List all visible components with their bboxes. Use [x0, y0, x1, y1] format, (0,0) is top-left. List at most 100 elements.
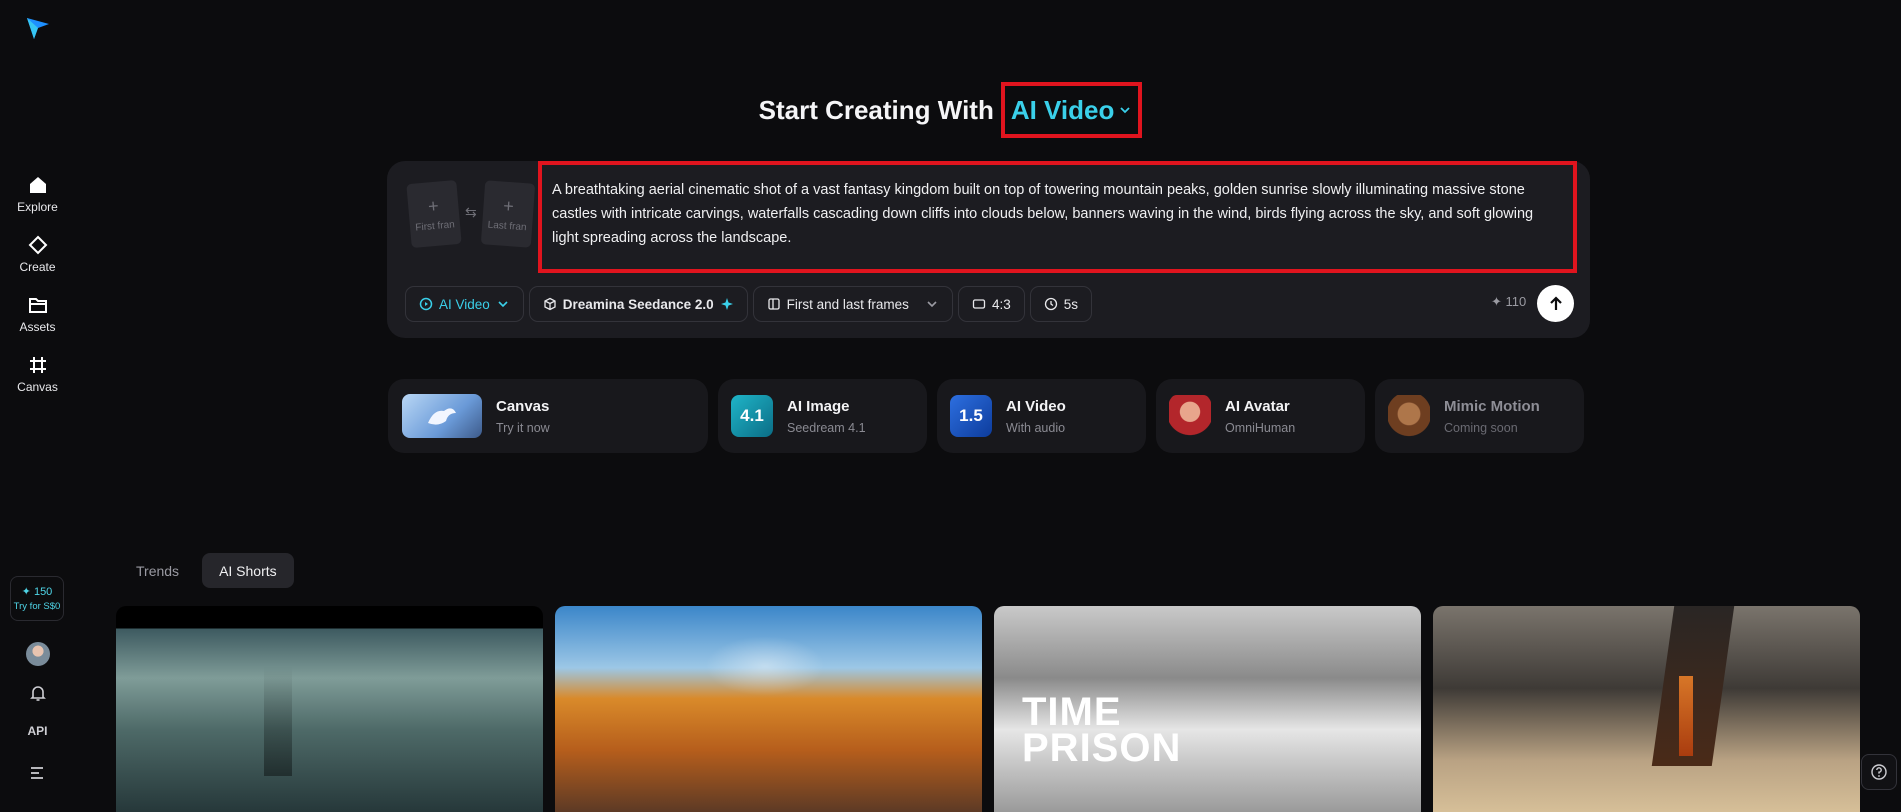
sidebar-item-explore[interactable]: Explore: [0, 164, 75, 224]
creation-mode-dropdown[interactable]: AI Video: [1000, 82, 1143, 138]
aspect-ratio-label: 4:3: [991, 296, 1011, 312]
feature-card-text: Canvas Try it now: [496, 398, 550, 435]
feature-card-text: AI Video With audio: [1006, 398, 1066, 435]
feature-card-ai-video[interactable]: 1.5 AI Video With audio: [937, 379, 1146, 453]
ai-image-badge-icon: 4.1: [731, 395, 773, 437]
home-icon: [29, 177, 46, 193]
aspect-ratio-select[interactable]: 4:3: [957, 286, 1025, 322]
chevron-down-icon: [1120, 107, 1131, 114]
gallery-title-line: PRISON: [1022, 726, 1182, 770]
diamond-icon: [28, 235, 47, 255]
first-frame-upload[interactable]: + First fran: [406, 179, 462, 249]
feature-name: Mimic Motion: [1444, 397, 1540, 415]
tab-ai-shorts[interactable]: AI Shorts: [202, 553, 294, 588]
feature-card-text: AI Avatar OmniHuman: [1225, 398, 1295, 435]
swap-icon[interactable]: ⇆: [465, 204, 477, 221]
sidebar-item-canvas[interactable]: Canvas: [0, 344, 75, 404]
api-link[interactable]: API: [0, 724, 75, 738]
fire-figure: [1679, 676, 1693, 756]
avatar-thumbnail: [1169, 395, 1211, 437]
canvas-icon: [29, 357, 46, 373]
credits-promo[interactable]: ✦ 150 Try for S$0: [10, 576, 64, 621]
tab-trends[interactable]: Trends: [119, 553, 196, 588]
sidebar-item-label: Explore: [17, 200, 58, 214]
feature-sub: Try it now: [496, 420, 550, 435]
pegasus-icon: [428, 408, 456, 425]
first-frame-label: First fran: [414, 218, 456, 234]
sidebar-item-label: Create: [19, 260, 56, 274]
page-title: Start Creating With: [758, 94, 994, 125]
credits-amount: ✦ 150: [21, 586, 53, 598]
feature-cards: Canvas Try it now 4.1 AI Image Seedream …: [388, 379, 1584, 453]
feature-card-ai-image[interactable]: 4.1 AI Image Seedream 4.1: [718, 379, 927, 453]
frames-select[interactable]: First and last frames: [752, 286, 953, 322]
feature-card-text: AI Image Seedream 4.1: [787, 398, 866, 435]
feature-card-text: Mimic Motion Coming soon: [1444, 398, 1540, 435]
duration-label: 5s: [1063, 296, 1078, 312]
generate-button[interactable]: [1537, 285, 1574, 322]
feature-sub: Seedream 4.1: [787, 420, 866, 435]
aspect-ratio-icon: [972, 299, 986, 309]
hourglass-figure: [264, 666, 292, 776]
frame-icon: [767, 298, 780, 310]
generation-toolbar: AI Video Dreamina Seedance 2.0 First and…: [405, 286, 1092, 322]
feature-sub: With audio: [1006, 420, 1066, 435]
cube-icon: [544, 297, 556, 311]
feature-name: AI Video: [1006, 397, 1066, 415]
feature-name: AI Image: [787, 397, 850, 415]
gallery-card[interactable]: [116, 606, 543, 812]
creation-mode-label: AI Video: [1010, 94, 1115, 125]
feature-name: Canvas: [496, 397, 550, 415]
gallery-tabs: Trends AI Shorts: [119, 553, 294, 588]
model-select-label: Dreamina Seedance 2.0: [562, 296, 714, 312]
bell-icon[interactable]: [28, 683, 48, 703]
arrow-up-icon: [1549, 295, 1562, 310]
last-frame-upload[interactable]: + Last fran: [480, 180, 536, 248]
sidebar-item-label: Assets: [19, 320, 56, 334]
gallery-card[interactable]: [555, 606, 982, 812]
tower-figure: [1651, 606, 1735, 766]
mimic-motion-thumbnail: [1388, 395, 1430, 437]
page-title-row: Start Creating With AI Video: [0, 82, 1901, 138]
sidebar-item-label: Canvas: [17, 380, 58, 394]
chevron-down-icon: [498, 301, 508, 308]
plus-icon: +: [502, 195, 515, 216]
help-button[interactable]: [1861, 754, 1897, 790]
gallery-grid: TIME PRISON: [116, 606, 1860, 812]
sidebar-item-create[interactable]: Create: [0, 224, 75, 284]
feature-name: AI Avatar: [1225, 397, 1290, 415]
clock-icon: [1044, 297, 1057, 311]
plus-icon: +: [427, 195, 440, 216]
ai-video-badge-icon: 1.5: [950, 395, 992, 437]
app-logo-icon[interactable]: [24, 14, 52, 42]
avatar[interactable]: [26, 642, 50, 666]
sky-glow: [705, 636, 825, 696]
sidebar-item-assets[interactable]: Assets: [0, 284, 75, 344]
prompt-input[interactable]: A breathtaking aerial cinematic shot of …: [538, 161, 1577, 273]
feature-card-ai-avatar[interactable]: AI Avatar OmniHuman: [1156, 379, 1365, 453]
feature-card-mimic-motion[interactable]: Mimic Motion Coming soon: [1375, 379, 1584, 453]
mode-select[interactable]: AI Video: [405, 286, 524, 322]
sparkle-icon: [720, 298, 733, 310]
gallery-card-title: TIME PRISON: [1022, 690, 1182, 770]
feature-sub: Coming soon: [1444, 420, 1518, 435]
gallery-title-line: TIME: [1022, 690, 1122, 734]
gallery-card[interactable]: TIME PRISON: [994, 606, 1421, 812]
video-mode-icon: [419, 297, 433, 311]
model-select[interactable]: Dreamina Seedance 2.0: [528, 286, 748, 322]
sidebar-nav: Explore Create Assets Canvas: [0, 164, 75, 404]
duration-select[interactable]: 5s: [1029, 286, 1092, 322]
frames-select-label: First and last frames: [786, 296, 909, 312]
generation-cost: ✦ 110: [1491, 294, 1527, 309]
folder-icon: [28, 298, 47, 313]
try-offer-label: Try for S$0: [13, 601, 61, 612]
chevron-down-icon: [927, 301, 937, 308]
canvas-thumbnail: [402, 394, 482, 438]
mode-select-label: AI Video: [439, 296, 490, 312]
gallery-card[interactable]: [1433, 606, 1860, 812]
last-frame-label: Last fran: [487, 219, 527, 233]
menu-icon[interactable]: [30, 766, 46, 780]
feature-sub: OmniHuman: [1225, 420, 1296, 435]
prompt-panel: + First fran ⇆ + Last fran A breathtakin…: [387, 161, 1590, 338]
feature-card-canvas[interactable]: Canvas Try it now: [388, 379, 708, 453]
